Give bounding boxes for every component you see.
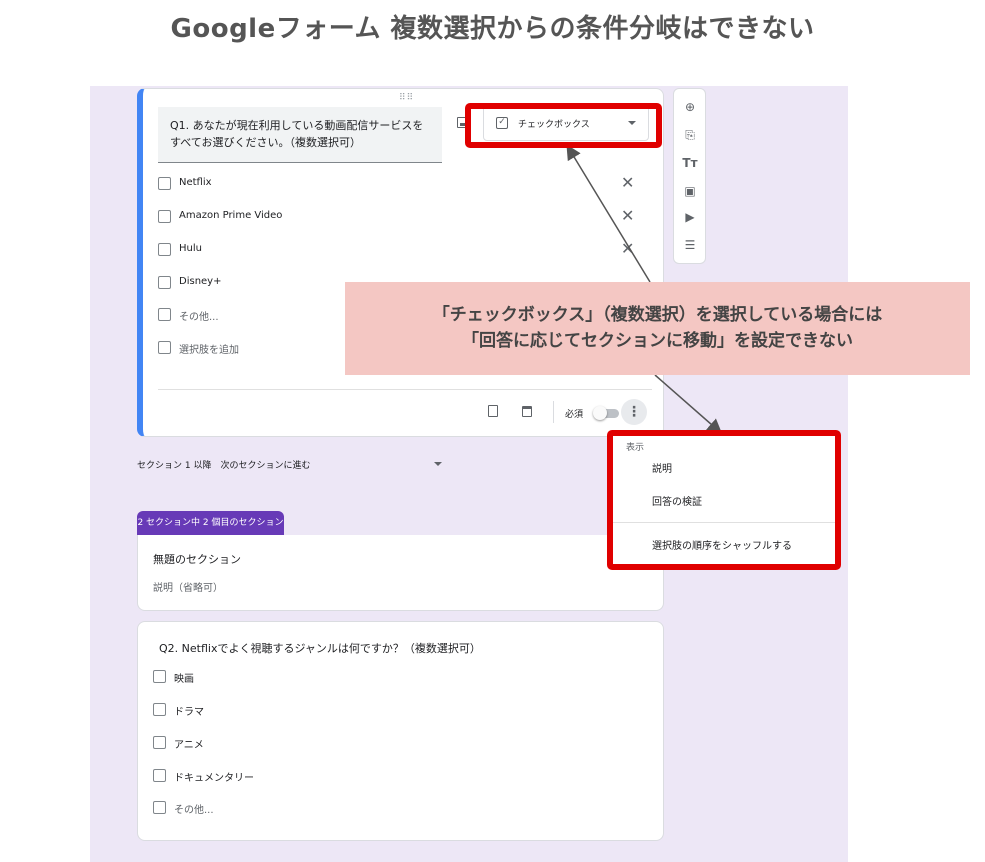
arrow-to-type-select (566, 144, 651, 283)
callout-line-1: 「チェックボックス」（複数選択）を選択している場合には (432, 305, 883, 325)
arrow-to-menu (654, 374, 723, 434)
highlight-type-select (465, 103, 662, 148)
callout-box: 「チェックボックス」（複数選択）を選択している場合には 「回答に応じてセクション… (345, 282, 970, 375)
callout-line-2: 「回答に応じてセクションに移動」を設定できない (462, 331, 853, 351)
highlight-menu (607, 430, 841, 570)
